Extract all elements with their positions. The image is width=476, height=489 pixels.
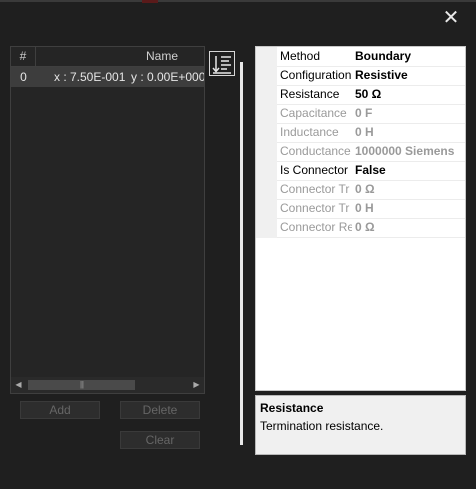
- property-value[interactable]: 0 Ω: [355, 220, 375, 234]
- scroll-left-icon[interactable]: ◀: [11, 377, 26, 393]
- points-list[interactable]: # Name 0 x : 7.50E-001 y : 0.00E+000 ◀ |…: [10, 46, 205, 394]
- property-name: Connector Tr: [280, 201, 350, 215]
- property-name: Connector Re: [280, 220, 352, 234]
- property-value[interactable]: Resistive: [355, 68, 408, 82]
- list-item-x: x : 7.50E-001: [54, 70, 126, 84]
- description-title: Resistance: [260, 401, 324, 415]
- property-value[interactable]: 0 F: [355, 106, 372, 120]
- property-row[interactable]: Method Boundary: [277, 47, 465, 67]
- property-name: Inductance: [280, 125, 339, 139]
- property-row[interactable]: Capacitance 0 F: [277, 104, 465, 124]
- clear-button[interactable]: Clear: [120, 431, 200, 449]
- delete-button[interactable]: Delete: [120, 401, 200, 419]
- property-row[interactable]: Connector Tr 0 Ω: [277, 180, 465, 200]
- property-description: Resistance Termination resistance.: [255, 395, 466, 455]
- property-name: Method: [280, 49, 321, 63]
- property-name: Is Connector: [280, 163, 349, 177]
- sort-list-icon: [212, 56, 231, 74]
- panel-divider: [240, 62, 243, 445]
- list-item-y: y : 0.00E+000: [131, 70, 204, 84]
- property-value[interactable]: 1000000 Siemens: [355, 144, 454, 158]
- property-value[interactable]: False: [355, 163, 386, 177]
- grip-icon: |||: [79, 380, 84, 389]
- property-row[interactable]: Inductance 0 H: [277, 123, 465, 143]
- property-value[interactable]: 0 H: [355, 201, 374, 215]
- list-header: # Name: [11, 47, 204, 67]
- property-value[interactable]: 0 Ω: [355, 182, 375, 196]
- property-grid[interactable]: Method Boundary Configuration Resistive Resi…: [255, 46, 466, 391]
- property-name: Connector Tr: [280, 182, 350, 196]
- property-row[interactable]: Is Connector False: [277, 161, 465, 181]
- property-name: Configuration: [280, 68, 352, 82]
- add-button[interactable]: Add: [20, 401, 100, 419]
- description-text: Termination resistance.: [260, 419, 384, 433]
- property-grid-margin: [256, 47, 277, 238]
- property-row[interactable]: Conductance 1000000 Siemens: [277, 142, 465, 162]
- property-row[interactable]: Configuration Resistive: [277, 66, 465, 86]
- list-item[interactable]: 0 x : 7.50E-001 y : 0.00E+000: [11, 67, 204, 87]
- sort-toggle-button[interactable]: [209, 51, 235, 76]
- scroll-right-icon[interactable]: ▶: [189, 377, 204, 393]
- window-top-marker: [142, 0, 158, 3]
- column-header-name[interactable]: Name: [36, 47, 204, 66]
- scroll-thumb[interactable]: |||: [28, 380, 135, 390]
- property-value[interactable]: 0 H: [355, 125, 374, 139]
- property-value[interactable]: Boundary: [355, 49, 411, 63]
- list-item-index: 0: [20, 70, 27, 84]
- close-icon[interactable]: ✕: [438, 6, 464, 30]
- property-row[interactable]: Connector Re 0 Ω: [277, 218, 465, 238]
- column-header-index[interactable]: #: [11, 47, 36, 66]
- property-name: Resistance: [280, 87, 340, 101]
- property-name: Capacitance: [280, 106, 347, 120]
- window-top-edge: [0, 0, 476, 2]
- property-name: Conductance: [280, 144, 351, 158]
- horizontal-scrollbar[interactable]: ◀ ||| ▶: [11, 377, 204, 393]
- property-value[interactable]: 50 Ω: [355, 87, 381, 101]
- property-row[interactable]: Resistance 50 Ω: [277, 85, 465, 105]
- property-row[interactable]: Connector Tr 0 H: [277, 199, 465, 219]
